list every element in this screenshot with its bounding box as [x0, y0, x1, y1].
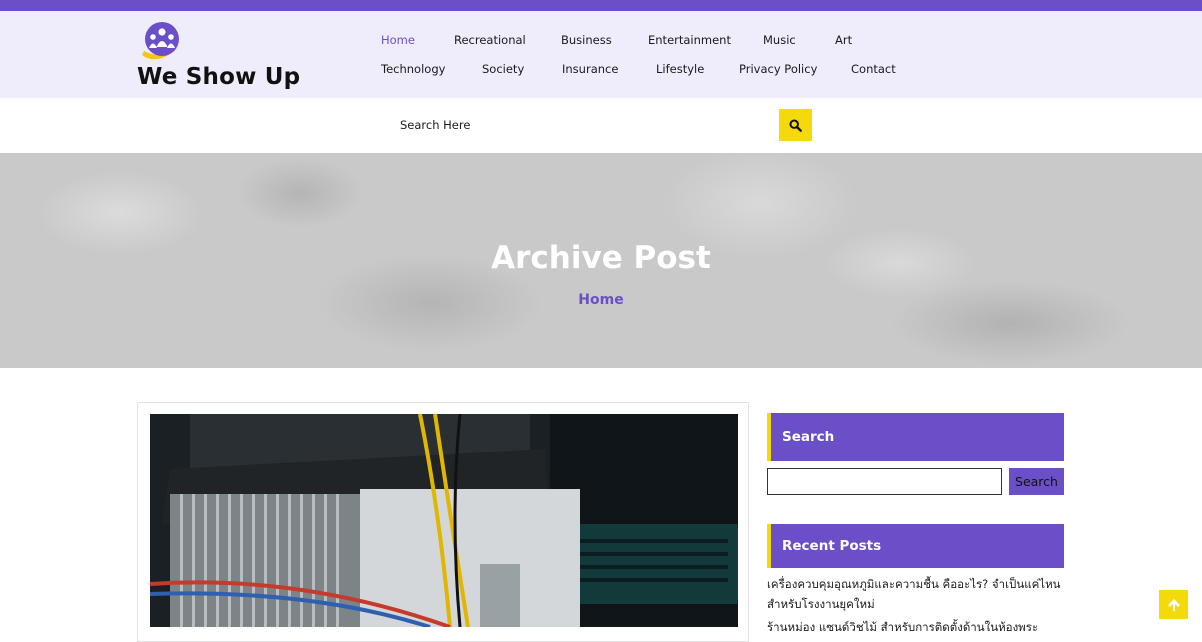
- nav-item-entertainment[interactable]: Entertainment: [648, 33, 731, 47]
- nav-item-business[interactable]: Business: [561, 33, 612, 47]
- nav-item-technology[interactable]: Technology: [381, 62, 445, 76]
- recent-posts-title: Recent Posts: [767, 524, 1064, 568]
- recent-post-link[interactable]: เครื่องควบคุมอุณหภูมิและความชื้น คืออะไร…: [767, 574, 1067, 614]
- site-title[interactable]: We Show Up: [137, 64, 300, 90]
- search-input[interactable]: [390, 110, 778, 140]
- sidebar-search-title: Search: [767, 413, 1064, 461]
- nav-item-music[interactable]: Music: [763, 33, 796, 47]
- sidebar-search-input[interactable]: [767, 468, 1002, 495]
- nav-item-insurance[interactable]: Insurance: [562, 62, 618, 76]
- nav-item-art[interactable]: Art: [835, 33, 852, 47]
- page-title: Archive Post: [491, 240, 711, 276]
- post-image[interactable]: [150, 414, 738, 627]
- search-button[interactable]: [779, 109, 812, 141]
- recent-post-link[interactable]: ร้านหม่อง แซนด์วิชไม้ สำหรับการติดตั้งด้…: [767, 617, 1067, 637]
- people-logo-icon[interactable]: [138, 21, 188, 63]
- breadcrumb-home[interactable]: Home: [0, 292, 1202, 308]
- nav-item-lifestyle[interactable]: Lifestyle: [656, 62, 704, 76]
- sidebar-search-button[interactable]: Search: [1009, 468, 1064, 495]
- nav-item-contact[interactable]: Contact: [851, 62, 896, 76]
- search-icon: [789, 118, 802, 132]
- nav-item-society[interactable]: Society: [482, 62, 524, 76]
- nav-item-home[interactable]: Home: [381, 33, 415, 47]
- nav-item-recreational[interactable]: Recreational: [454, 33, 526, 47]
- nav-item-privacy-policy[interactable]: Privacy Policy: [739, 62, 817, 76]
- back-to-top-button[interactable]: [1159, 590, 1188, 619]
- top-accent-bar: [0, 0, 1202, 11]
- arrow-up-icon: [1167, 598, 1180, 611]
